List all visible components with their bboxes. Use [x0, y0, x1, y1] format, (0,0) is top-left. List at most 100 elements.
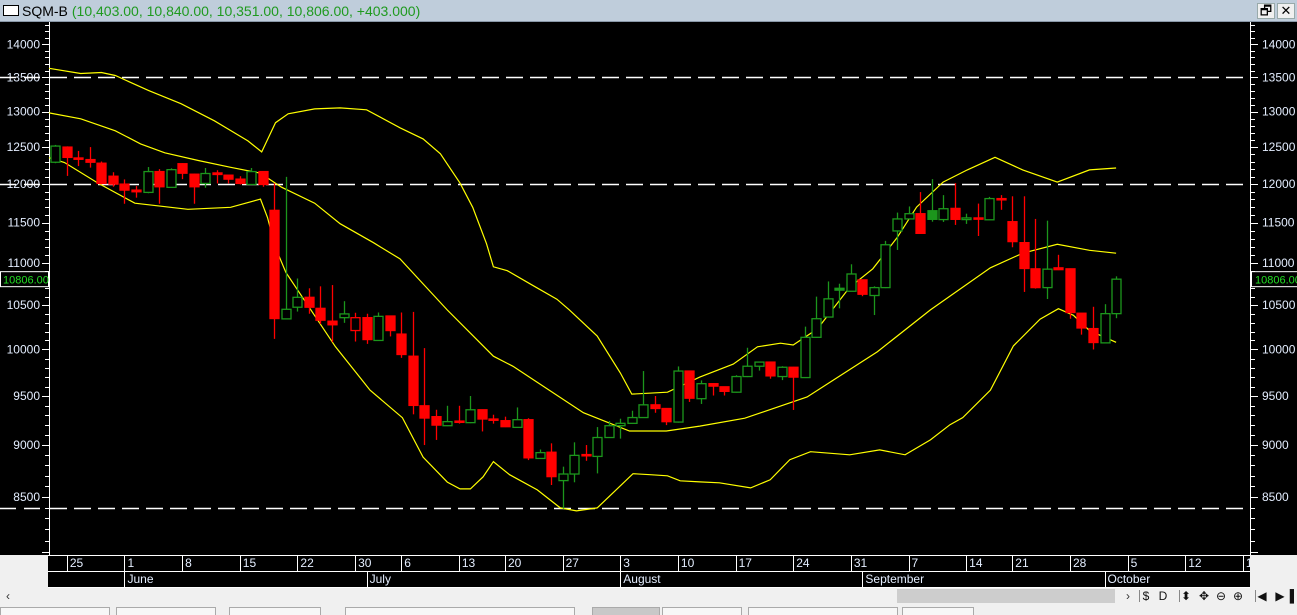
candle-body: [880, 244, 891, 289]
bottom-tab[interactable]: [0, 607, 110, 615]
restore-window-icon[interactable]: 🗗: [1257, 3, 1275, 19]
bottom-tab[interactable]: [748, 607, 898, 615]
scroll-forward-icon[interactable]: ▶: [1273, 588, 1287, 604]
date-axis-day-label: 8: [182, 556, 240, 571]
candle-body: [950, 207, 961, 220]
candlestick[interactable]: [880, 240, 891, 289]
candlestick[interactable]: [1065, 268, 1076, 319]
candle-body: [927, 210, 938, 220]
vertical-resize-icon[interactable]: ⬍: [1179, 588, 1193, 604]
left-axis-label: 11500: [8, 216, 41, 230]
left-axis-label: 12500: [7, 140, 41, 154]
bottom-tab[interactable]: [662, 607, 742, 615]
date-axis-months: June July August September October: [48, 571, 1250, 588]
bottom-tab-active[interactable]: [592, 607, 660, 615]
candle-body: [684, 370, 695, 399]
bottom-panel-tabs: [0, 604, 1297, 615]
scrollbar-thumb[interactable]: [897, 589, 1115, 603]
candlestick[interactable]: [373, 312, 384, 342]
candle-body: [1053, 267, 1064, 271]
zoom-out-icon[interactable]: ⊖: [1214, 588, 1228, 604]
candle-body: [258, 170, 269, 186]
candle-body: [1100, 312, 1111, 344]
left-axis-label: 10000: [7, 342, 41, 356]
candle-body: [281, 308, 292, 320]
bottom-tab[interactable]: [116, 607, 216, 615]
candle-body: [742, 365, 753, 378]
candle-body: [834, 287, 845, 291]
chart-window-titlebar[interactable]: SQM-B (10,403.00, 10,840.00, 10,351.00, 1…: [0, 0, 1297, 22]
right-axis-label: 8500: [1262, 490, 1289, 504]
candle-body: [857, 279, 868, 295]
candle-body: [754, 361, 765, 367]
candle-body: [212, 172, 223, 176]
candle-body: [615, 422, 626, 427]
candlestick[interactable]: [258, 170, 269, 187]
candle-body: [915, 213, 926, 234]
candle-body: [339, 313, 350, 319]
date-axis-month-label: July: [366, 572, 621, 587]
date-axis-month-label: June: [124, 572, 366, 587]
scroll-back-icon[interactable]: ◀: [1255, 588, 1269, 604]
candlestick[interactable]: [50, 144, 61, 164]
candle-body: [708, 383, 719, 387]
candle-body: [73, 157, 84, 160]
candle-body: [85, 158, 96, 163]
bottom-tab[interactable]: [229, 607, 321, 615]
daily-period-icon[interactable]: D: [1156, 588, 1170, 604]
scroll-left-button[interactable]: ‹: [2, 588, 14, 604]
crosshair-move-icon[interactable]: ✥: [1197, 588, 1211, 604]
candle-body: [788, 366, 799, 378]
price-chart[interactable]: 14000 1400013500 1350013000 1300012500 12500…: [0, 22, 1297, 555]
left-axis-label: 13000: [7, 105, 41, 119]
candlestick[interactable]: [523, 418, 534, 461]
scroll-right-button[interactable]: ›: [1122, 588, 1134, 604]
close-icon[interactable]: ✕: [1277, 3, 1295, 19]
bottom-tab[interactable]: [345, 607, 575, 615]
candlestick[interactable]: [362, 313, 373, 344]
bottom-tab[interactable]: [902, 607, 974, 615]
candle-body: [777, 366, 788, 378]
candlestick[interactable]: [984, 196, 995, 221]
candle-body: [500, 420, 511, 428]
candle-body: [143, 170, 154, 194]
candle-body: [1030, 268, 1041, 289]
candlestick[interactable]: [673, 366, 684, 423]
zoom-in-icon[interactable]: ⊕: [1231, 588, 1245, 604]
candle-body: [558, 473, 569, 482]
date-axis-day-label: 7: [908, 556, 967, 571]
candlestick[interactable]: [684, 370, 695, 402]
date-axis-day-label: 30: [355, 556, 401, 571]
candle-body: [477, 409, 488, 420]
horizontal-scrollbar[interactable]: ‹ › $ D ⬍ ✥ ⊖ ⊕ ◀ ▶ ▌: [0, 588, 1297, 604]
candle-body: [1076, 312, 1087, 329]
scroll-end-icon[interactable]: ▌: [1287, 588, 1297, 604]
candlestick[interactable]: [765, 361, 776, 379]
candlestick[interactable]: [731, 375, 742, 393]
candle-body: [892, 218, 903, 232]
right-axis-label: 11500: [1262, 216, 1295, 230]
chart-title: SQM-B (10,403.00, 10,840.00, 10,351.00, 1…: [22, 3, 420, 19]
dollar-scale-icon[interactable]: $: [1139, 588, 1153, 604]
left-axis-label: 9000: [13, 438, 40, 452]
date-axis-day-label: 27: [562, 556, 621, 571]
candle-body: [62, 146, 73, 159]
right-axis-label: 10000: [1262, 342, 1296, 356]
candle-body: [96, 162, 107, 185]
date-axis-day-label: 15: [239, 556, 298, 571]
date-axis-day-label: 13: [458, 556, 505, 571]
candle-body: [604, 425, 615, 439]
candlestick[interactable]: [143, 167, 154, 194]
candlestick[interactable]: [166, 168, 177, 189]
right-axis-label: 11000: [1262, 256, 1295, 270]
candle-body: [938, 208, 949, 221]
candle-body: [419, 405, 430, 419]
candlestick[interactable]: [1111, 276, 1122, 319]
candlestick[interactable]: [96, 161, 107, 185]
candle-body: [465, 409, 476, 424]
right-axis-label: 14000: [1262, 37, 1296, 51]
axis-corner-left: [0, 555, 48, 588]
date-axis-day-label: 17: [735, 556, 794, 571]
candlestick[interactable]: [857, 279, 868, 297]
candle-body: [661, 407, 672, 423]
